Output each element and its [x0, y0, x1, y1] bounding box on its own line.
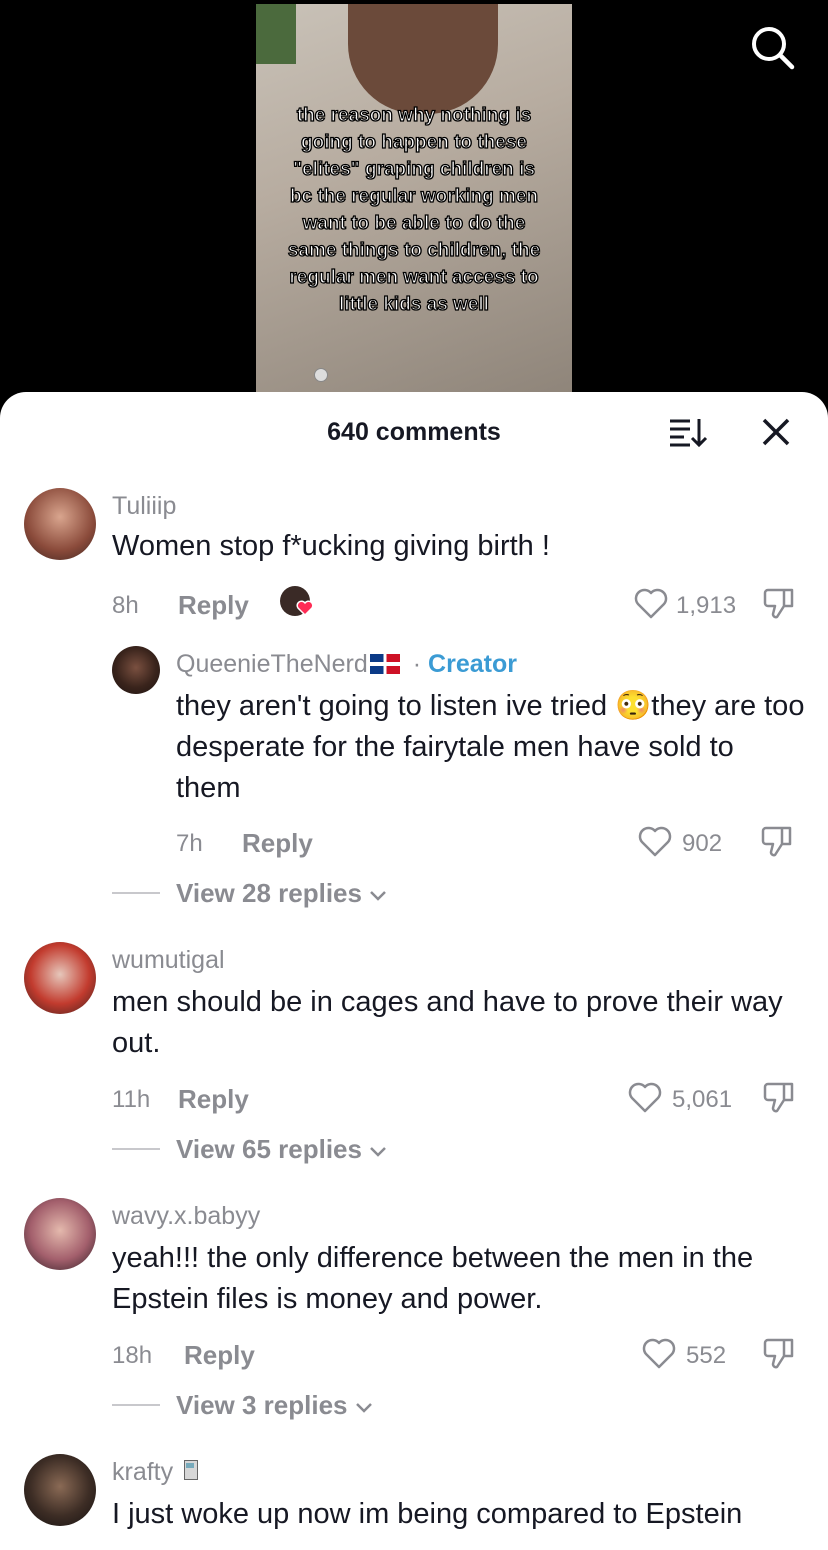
creator-liked-avatar [280, 586, 314, 616]
comments-sheet: 640 comments Tuliiip Women stop f*ucking… [0, 392, 828, 1550]
avatar[interactable] [24, 1198, 96, 1270]
dominican-republic-flag-icon [369, 654, 400, 674]
like-heart-icon[interactable] [642, 1338, 676, 1370]
comment-username-text: krafty [112, 1458, 174, 1486]
chevron-down-icon [370, 891, 387, 901]
reply-username-text: QueenieTheNerd [176, 650, 368, 678]
video-background-plant [256, 4, 296, 64]
search-icon [752, 27, 795, 70]
close-icon [762, 418, 790, 446]
view-replies-label: View 3 replies [176, 1390, 348, 1420]
like-heart-icon[interactable] [638, 826, 672, 858]
view-replies-button[interactable]: View 65 replies [176, 1134, 387, 1165]
view-replies-button[interactable]: View 3 replies [176, 1390, 373, 1421]
search-button[interactable] [749, 24, 795, 70]
like-count: 902 [682, 830, 723, 857]
video-caption-overlay: the reason why nothing is going to happe… [287, 104, 541, 315]
replies-divider [112, 892, 160, 894]
avatar[interactable] [112, 646, 160, 694]
comment-text: yeah!!! the only difference between the … [112, 1242, 754, 1315]
view-replies-label: View 28 replies [176, 878, 362, 908]
reply-button[interactable]: Reply [184, 1340, 255, 1371]
avatar[interactable] [24, 942, 96, 1014]
video-person [348, 4, 498, 114]
fuel-pump-emoji-icon [184, 1458, 200, 1484]
reply-button[interactable]: Reply [178, 590, 249, 621]
close-button[interactable] [760, 416, 792, 448]
comment-username[interactable]: wavy.x.babyy [112, 1202, 260, 1231]
dislike-icon[interactable] [762, 1080, 796, 1114]
like-heart-icon[interactable] [634, 588, 668, 620]
reply-text: they aren't going to listen ive tried 😳t… [176, 690, 805, 804]
reply-button[interactable]: Reply [242, 828, 313, 859]
username-separator: · [412, 650, 422, 678]
creator-label: Creator [428, 650, 517, 678]
reply-username[interactable]: QueenieTheNerd · Creator [176, 650, 517, 679]
reply-time: 7h [176, 830, 203, 857]
chevron-down-icon [355, 1403, 372, 1413]
avatar[interactable] [24, 1454, 96, 1526]
like-heart-icon[interactable] [628, 1082, 662, 1114]
video-player[interactable]: the reason why nothing is going to happe… [256, 4, 572, 392]
dislike-icon[interactable] [762, 586, 796, 620]
view-replies-label: View 65 replies [176, 1134, 362, 1164]
replies-divider [112, 1148, 160, 1150]
replies-divider [112, 1404, 160, 1406]
comment-text: men should be in cages and have to prove… [112, 986, 783, 1059]
comment-text: Women stop f*ucking giving birth ! [112, 530, 550, 562]
creator-like-heart-icon [296, 600, 314, 616]
comment-time: 18h [112, 1342, 153, 1369]
comment-username[interactable]: krafty [112, 1458, 200, 1487]
reply-button[interactable]: Reply [178, 1084, 249, 1115]
comment-username[interactable]: Tuliiip [112, 492, 176, 521]
dislike-icon[interactable] [762, 1336, 796, 1370]
avatar[interactable] [24, 488, 96, 560]
like-count: 1,913 [676, 592, 737, 619]
like-count: 552 [686, 1342, 727, 1369]
sort-button[interactable] [668, 416, 708, 448]
view-replies-button[interactable]: View 28 replies [176, 878, 387, 909]
like-count: 5,061 [672, 1086, 733, 1113]
chevron-down-icon [370, 1147, 387, 1157]
dislike-icon[interactable] [760, 824, 794, 858]
video-sticker-icon [314, 368, 328, 382]
sort-icon [670, 419, 708, 448]
comment-text: I just woke up now im being compared to … [112, 1498, 743, 1530]
comment-time: 8h [112, 592, 139, 619]
comment-time: 11h [112, 1086, 151, 1113]
comment-username[interactable]: wumutigal [112, 946, 225, 975]
